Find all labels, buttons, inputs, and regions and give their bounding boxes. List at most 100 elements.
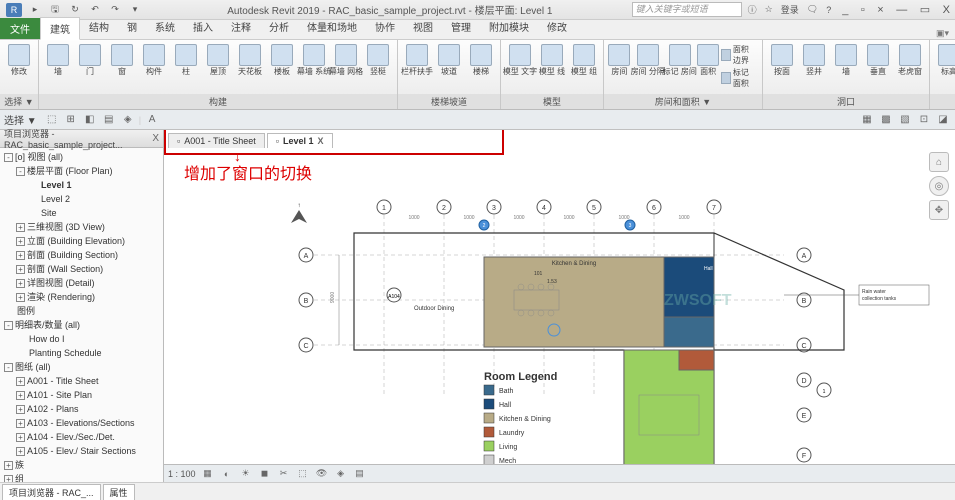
tree-node[interactable]: +A101 - Site Plan xyxy=(0,388,163,402)
opt-icon[interactable]: ◈ xyxy=(120,112,136,128)
ribbon-button[interactable]: 楼梯 xyxy=(466,42,496,76)
expand-icon[interactable]: + xyxy=(16,237,25,246)
max-button[interactable]: ▭ xyxy=(915,4,935,16)
expand-icon[interactable]: + xyxy=(16,447,25,456)
tree-node[interactable]: -[o] 视图 (all) xyxy=(0,150,163,164)
shadow-icon[interactable]: ◼ xyxy=(258,467,272,481)
ribbon-button[interactable]: 坡道 xyxy=(434,42,464,76)
tree-node[interactable]: +A102 - Plans xyxy=(0,402,163,416)
tree-node[interactable]: Planting Schedule xyxy=(0,346,163,360)
collapse-icon[interactable]: - xyxy=(4,363,13,372)
ribbon-button[interactable]: 构件 xyxy=(139,42,169,76)
tree-node[interactable]: -明细表/数量 (all) xyxy=(0,318,163,332)
ribbon-button[interactable]: 模型 文字 xyxy=(505,42,535,76)
opt-icon[interactable]: ⬚ xyxy=(44,112,60,128)
browser-close-icon[interactable]: X xyxy=(152,133,159,144)
collapse-icon[interactable]: - xyxy=(4,153,13,162)
doc-max-button[interactable]: ▫ xyxy=(856,4,870,16)
ribbon-stack-button[interactable]: 标记 面积 xyxy=(721,67,758,89)
ribbon-expand-icon[interactable]: ▣▾ xyxy=(930,28,955,39)
tree-node[interactable]: Level 1 xyxy=(0,178,163,192)
ribbon-tab[interactable]: 系统 xyxy=(146,16,184,39)
tab-close-icon[interactable]: X xyxy=(317,136,323,146)
ribbon-tab[interactable]: 分析 xyxy=(260,16,298,39)
document-tab[interactable]: ▫A001 - Title Sheet xyxy=(168,133,265,148)
expand-icon[interactable]: + xyxy=(16,293,25,302)
tree-node[interactable]: 图例 xyxy=(0,304,163,318)
close-button[interactable]: X xyxy=(938,4,955,16)
ribbon-button[interactable]: 面积 xyxy=(697,42,720,76)
ribbon-button[interactable]: 门 xyxy=(75,42,105,76)
opt-icon[interactable]: ◪ xyxy=(935,112,951,128)
vb-icon[interactable]: ▤ xyxy=(353,467,367,481)
status-tab[interactable]: 属性 xyxy=(103,484,135,500)
ribbon-tab[interactable]: 建筑 xyxy=(40,17,80,40)
reveal-icon[interactable]: ◈ xyxy=(334,467,348,481)
ribbon-tab[interactable]: 体量和场地 xyxy=(298,16,366,39)
ribbon-button[interactable]: 楼板 xyxy=(267,42,297,76)
app-icon[interactable]: R xyxy=(6,3,22,17)
opt-icon[interactable]: ⊞ xyxy=(63,112,79,128)
expand-icon[interactable]: + xyxy=(16,391,25,400)
opt-icon[interactable]: ▤ xyxy=(101,112,117,128)
tree-node[interactable]: Site xyxy=(0,206,163,220)
ribbon-button[interactable]: 标高 xyxy=(934,42,955,76)
ribbon-button[interactable]: 模型 组 xyxy=(569,42,599,76)
opt-icon[interactable]: ▧ xyxy=(897,112,913,128)
expand-icon[interactable]: + xyxy=(16,405,25,414)
tree-node[interactable]: Level 2 xyxy=(0,192,163,206)
ribbon-tab[interactable]: 修改 xyxy=(538,16,576,39)
ribbon-button[interactable]: 房间 xyxy=(608,42,631,76)
ribbon-tab[interactable]: 管理 xyxy=(442,16,480,39)
ribbon-button[interactable]: 幕墙 系统 xyxy=(299,42,329,76)
collapse-icon[interactable]: - xyxy=(4,321,13,330)
ribbon-tab[interactable]: 插入 xyxy=(184,16,222,39)
crop-icon[interactable]: ✂ xyxy=(277,467,291,481)
qat-more-icon[interactable]: ▾ xyxy=(128,3,142,17)
ribbon-button[interactable]: 屋顶 xyxy=(203,42,233,76)
ribbon-stack-button[interactable]: 面积 边界 xyxy=(721,44,758,66)
visual-style-icon[interactable]: ◐ xyxy=(220,467,234,481)
opt-icon[interactable]: ▩ xyxy=(878,112,894,128)
expand-icon[interactable]: + xyxy=(16,433,25,442)
tree-node[interactable]: +A103 - Elevations/Sections xyxy=(0,416,163,430)
tree-node[interactable]: +A001 - Title Sheet xyxy=(0,374,163,388)
collapse-icon[interactable]: - xyxy=(16,167,25,176)
tree-node[interactable]: +族 xyxy=(0,458,163,472)
opt-icon[interactable]: ⊡ xyxy=(916,112,932,128)
ribbon-button[interactable]: 栏杆扶手 xyxy=(402,42,432,76)
opt-icon[interactable]: A xyxy=(144,112,160,128)
nav-wheel-icon[interactable]: ◎ xyxy=(929,176,949,196)
tree-node[interactable]: How do I xyxy=(0,332,163,346)
drawing-canvas[interactable]: ▫A001 - Title Sheet▫Level 1X ↓ 增加了窗口的切换 … xyxy=(164,130,955,482)
tree-node[interactable]: +组 xyxy=(0,472,163,482)
search-box[interactable]: 键入关键字或短语 xyxy=(632,2,742,17)
nav-home-icon[interactable]: ⌂ xyxy=(929,152,949,172)
star-icon[interactable]: ☆ xyxy=(765,4,773,15)
ribbon-tab[interactable]: 视图 xyxy=(404,16,442,39)
sync-icon[interactable]: ↻ xyxy=(68,3,82,17)
hide-icon[interactable]: 👁 xyxy=(315,467,329,481)
document-tab[interactable]: ▫Level 1X xyxy=(267,133,333,148)
ribbon-button[interactable]: 垂直 xyxy=(863,42,893,76)
min-button[interactable]: — xyxy=(891,4,912,16)
ribbon-button[interactable]: 房间 分隔 xyxy=(633,42,663,76)
ribbon-button[interactable]: 柱 xyxy=(171,42,201,76)
expand-icon[interactable]: + xyxy=(16,251,25,260)
tree-node[interactable]: +剖面 (Wall Section) xyxy=(0,262,163,276)
ribbon-button[interactable]: 老虎窗 xyxy=(895,42,925,76)
cloud-icon[interactable]: 🗨 xyxy=(807,4,818,15)
ribbon-tab[interactable]: 结构 xyxy=(80,16,118,39)
tree-node[interactable]: -图纸 (all) xyxy=(0,360,163,374)
ribbon-button[interactable]: 竖梃 xyxy=(363,42,393,76)
save-icon[interactable]: 🖫 xyxy=(48,3,62,17)
redo-icon[interactable]: ↷ xyxy=(108,3,122,17)
expand-icon[interactable]: + xyxy=(4,461,13,470)
ribbon-button[interactable]: 幕墙 网格 xyxy=(331,42,361,76)
browser-tree[interactable]: -[o] 视图 (all)-楼层平面 (Floor Plan)Level 1Le… xyxy=(0,148,163,482)
ribbon-button[interactable]: 竖井 xyxy=(799,42,829,76)
ribbon-button[interactable]: 按面 xyxy=(767,42,797,76)
tree-node[interactable]: +A104 - Elev./Sec./Det. xyxy=(0,430,163,444)
tree-node[interactable]: +三维视图 (3D View) xyxy=(0,220,163,234)
expand-icon[interactable]: + xyxy=(4,475,13,483)
